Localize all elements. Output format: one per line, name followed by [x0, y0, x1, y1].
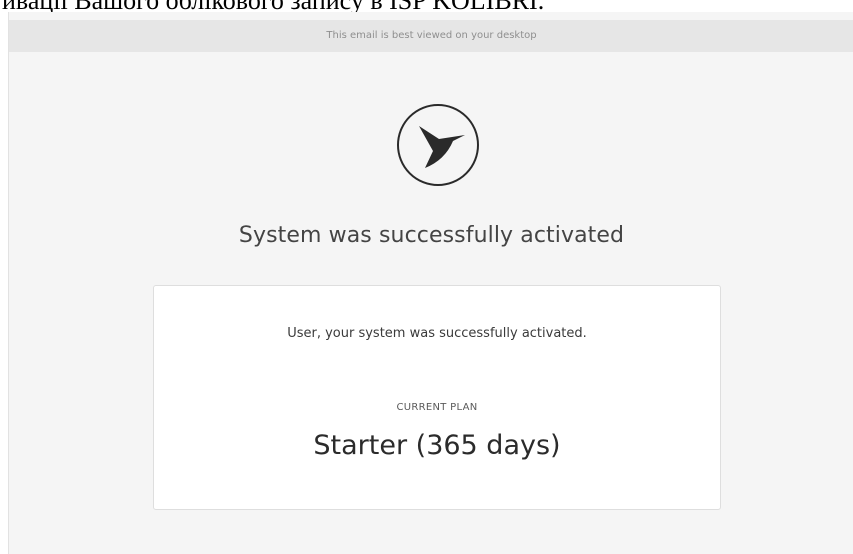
current-plan-value: Starter (365 days)	[313, 430, 561, 461]
plan-card: User, your system was successfully activ…	[153, 285, 721, 510]
desktop-view-notice: This email is best viewed on your deskto…	[326, 30, 537, 41]
activation-message: User, your system was successfully activ…	[287, 326, 587, 341]
current-plan-label: CURRENT PLAN	[396, 402, 478, 413]
email-topbar: This email is best viewed on your deskto…	[9, 20, 853, 52]
email-frame: This email is best viewed on your deskto…	[8, 12, 853, 554]
hummingbird-icon	[395, 102, 481, 188]
activation-headline: System was successfully activated	[238, 223, 625, 248]
